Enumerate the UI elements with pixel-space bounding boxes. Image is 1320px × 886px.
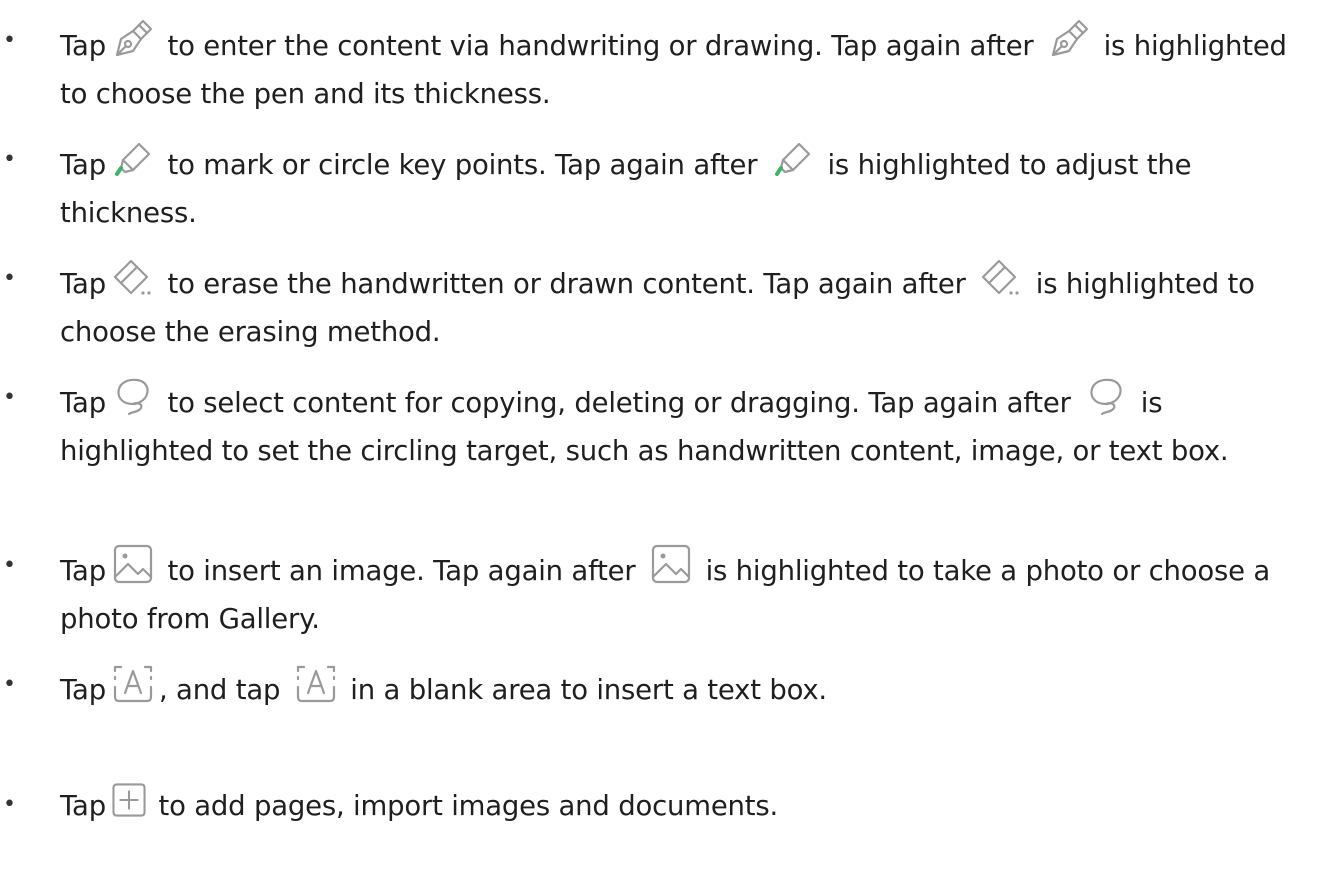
bullet: •: [3, 28, 16, 53]
pen-icon: [1047, 17, 1091, 61]
tap-word: Tap: [60, 149, 106, 181]
item-text-part: to select content for copying, deleting …: [158, 387, 1080, 419]
list-item-text: Tap to mark or circle key points. Tap ag…: [60, 136, 1310, 237]
list-item-text: Tap to enter the content via handwriting…: [60, 17, 1310, 118]
image-icon: [649, 542, 693, 586]
list-item-text: Tap to erase the handwritten or drawn co…: [60, 255, 1310, 356]
eraser-icon: [111, 255, 155, 299]
item-text-part: to mark or circle key points. Tap again …: [158, 149, 766, 181]
bullet: •: [3, 266, 16, 291]
tap-word: Tap: [60, 30, 106, 62]
list-item-text: Tap to add pages, import images and docu…: [60, 781, 1310, 830]
list-item-text: Tap , and tap in a blank area to insert …: [60, 661, 1310, 714]
lasso-icon: [111, 374, 155, 418]
highlighter-icon: [111, 136, 155, 180]
item-text-part: in a blank area to insert a text box.: [341, 674, 827, 706]
bullet: •: [3, 672, 16, 697]
tap-word: Tap: [60, 268, 106, 300]
lasso-icon: [1084, 374, 1128, 418]
text-box-icon: [294, 661, 338, 705]
instruction-document: • Tap to enter the content via handwriti…: [0, 0, 1320, 886]
bullet: •: [3, 147, 16, 172]
image-icon: [111, 542, 155, 586]
item-text-part: to insert an image. Tap again after: [158, 555, 645, 587]
text-box-icon: [111, 661, 155, 705]
item-text-part: , and tap: [158, 674, 289, 706]
eraser-icon: [979, 255, 1023, 299]
add-icon: [110, 781, 148, 819]
tap-word: Tap: [60, 674, 106, 706]
tap-word: Tap: [60, 555, 106, 587]
highlighter-icon: [771, 136, 815, 180]
tap-word: Tap: [60, 790, 106, 822]
bullet: •: [3, 792, 16, 817]
list-item-text: Tap to insert an image. Tap again after …: [60, 542, 1310, 643]
item-text-part: to erase the handwritten or drawn conten…: [158, 268, 975, 300]
list-item-text: Tap to select content for copying, delet…: [60, 374, 1310, 475]
item-text-part: to enter the content via handwriting or …: [158, 30, 1043, 62]
tap-word: Tap: [60, 387, 106, 419]
bullet: •: [3, 553, 16, 578]
item-text-part: to add pages, import images and document…: [149, 790, 779, 822]
pen-icon: [111, 17, 155, 61]
bullet: •: [3, 385, 16, 410]
